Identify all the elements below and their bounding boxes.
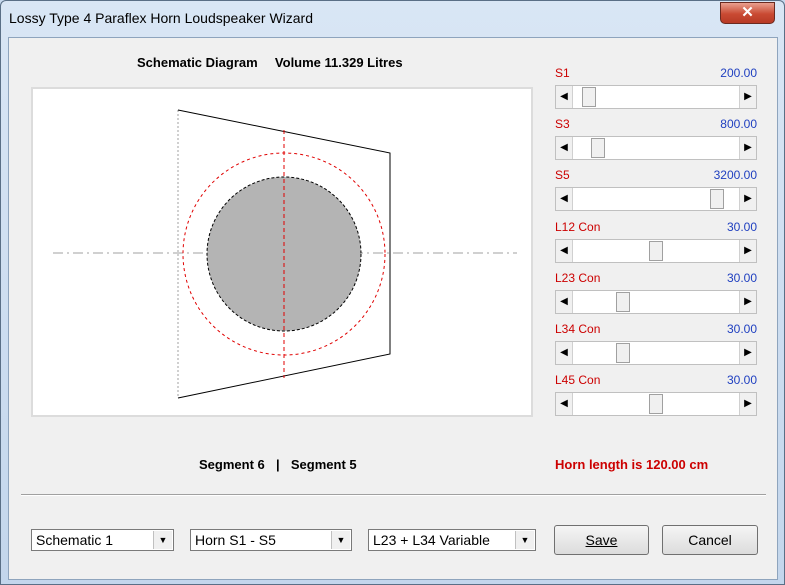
slider-scrollbar[interactable]: ◀ ▶ [555,290,757,314]
horn-select-value: Horn S1 - S5 [195,532,276,548]
slider-thumb[interactable] [591,138,605,158]
left-arrow-icon[interactable]: ◀ [556,342,573,364]
slider-value: 30.00 [726,271,757,285]
slider-scrollbar[interactable]: ◀ ▶ [555,392,757,416]
slider-thumb[interactable] [582,87,596,107]
segment-labels: Segment 6 | Segment 5 [199,457,357,472]
variable-select[interactable]: L23 + L34 Variable ▼ [368,529,536,551]
close-button[interactable]: ✕ [720,2,775,24]
dialog-client-area: Schematic Diagram Volume 11.329 Litres S… [8,37,778,580]
wizard-window: Lossy Type 4 Paraflex Horn Loudspeaker W… [0,0,785,585]
slider-thumb[interactable] [616,343,630,363]
title-bar: Lossy Type 4 Paraflex Horn Loudspeaker W… [1,1,784,37]
horn-select[interactable]: Horn S1 - S5 ▼ [190,529,352,551]
slider-label: S5 [555,168,570,182]
diagram-heading: Schematic Diagram Volume 11.329 Litres [137,55,403,70]
save-button[interactable]: Save [554,525,649,555]
left-arrow-icon[interactable]: ◀ [556,137,573,159]
right-arrow-icon[interactable]: ▶ [739,137,756,159]
left-arrow-icon[interactable]: ◀ [556,188,573,210]
cancel-button-label: Cancel [688,532,732,548]
left-arrow-icon[interactable]: ◀ [556,86,573,108]
slider-label: L34 Con [555,322,601,336]
slider-value: 800.00 [720,117,757,131]
slider-thumb[interactable] [649,394,663,414]
right-arrow-icon[interactable]: ▶ [739,240,756,262]
right-arrow-icon[interactable]: ▶ [739,342,756,364]
slider-label: S1 [555,66,570,80]
schematic-diagram [31,87,533,417]
save-button-label: Save [585,532,618,548]
slider-thumb[interactable] [710,189,724,209]
right-arrow-icon[interactable]: ▶ [739,188,756,210]
left-arrow-icon[interactable]: ◀ [556,393,573,415]
dropdown-arrow-icon[interactable]: ▼ [515,531,534,549]
slider-label: S3 [555,117,570,131]
slider-value: 30.00 [726,220,757,234]
window-title: Lossy Type 4 Paraflex Horn Loudspeaker W… [9,10,314,26]
left-arrow-icon[interactable]: ◀ [556,240,573,262]
horn-length-text: Horn length is 120.00 cm [555,457,709,472]
schematic-select-value: Schematic 1 [36,532,114,548]
segment-right-label: Segment 5 [290,457,357,472]
close-icon[interactable]: ✕ [741,4,754,21]
volume-label: Volume 11.329 Litres [274,55,403,70]
dropdown-arrow-icon[interactable]: ▼ [153,531,172,549]
segment-divider: | [276,457,280,472]
slider-thumb[interactable] [616,292,630,312]
slider-scrollbar[interactable]: ◀ ▶ [555,85,757,109]
slider-scrollbar[interactable]: ◀ ▶ [555,239,757,263]
variable-select-value: L23 + L34 Variable [373,532,490,548]
slider-value: 30.00 [726,322,757,336]
separator [21,494,766,496]
slider-thumb[interactable] [649,241,663,261]
right-arrow-icon[interactable]: ▶ [739,86,756,108]
diagram-label: Schematic Diagram [137,55,258,70]
segment-left-label: Segment 6 [199,457,265,472]
dropdown-arrow-icon[interactable]: ▼ [331,531,350,549]
right-arrow-icon[interactable]: ▶ [739,393,756,415]
slider-value: 200.00 [720,66,757,80]
right-arrow-icon[interactable]: ▶ [739,291,756,313]
slider-scrollbar[interactable]: ◀ ▶ [555,341,757,365]
slider-value: 3200.00 [713,168,757,182]
slider-scrollbar[interactable]: ◀ ▶ [555,187,757,211]
cancel-button[interactable]: Cancel [662,525,758,555]
schematic-select[interactable]: Schematic 1 ▼ [31,529,174,551]
horn-schematic [53,109,517,399]
slider-label: L23 Con [555,271,601,285]
left-arrow-icon[interactable]: ◀ [556,291,573,313]
slider-scrollbar[interactable]: ◀ ▶ [555,136,757,160]
slider-label: L45 Con [555,373,601,387]
slider-value: 30.00 [726,373,757,387]
slider-label: L12 Con [555,220,601,234]
